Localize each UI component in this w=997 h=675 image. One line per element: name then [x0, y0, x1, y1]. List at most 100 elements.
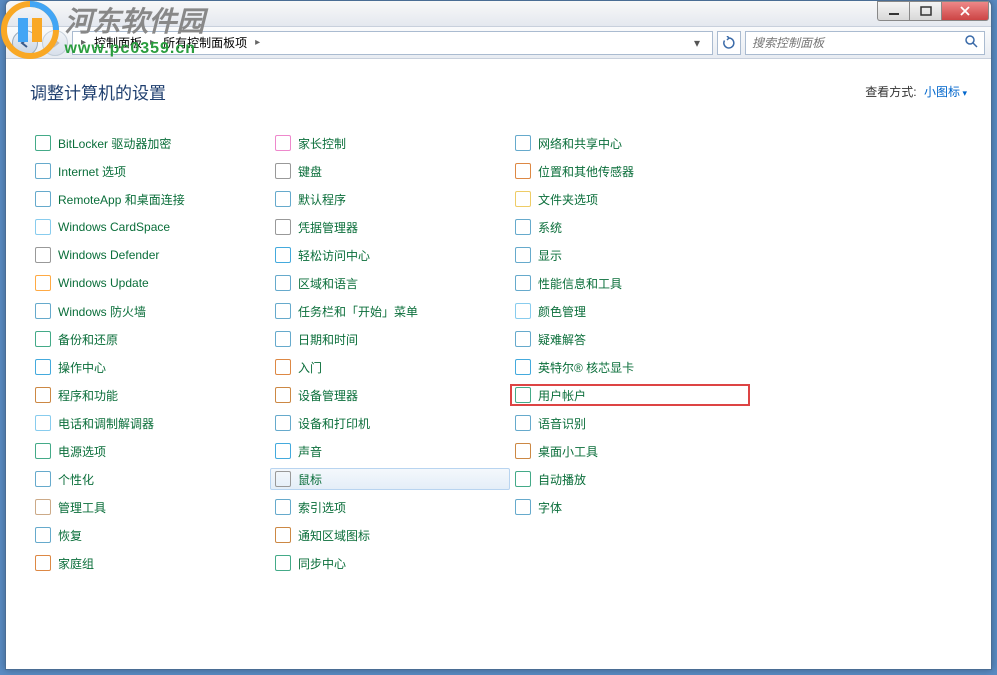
cp-item-label: 日期和时间: [298, 331, 358, 348]
gadgets-icon: [514, 442, 532, 460]
region-icon: [274, 274, 292, 292]
cp-item-parental[interactable]: 家长控制: [270, 132, 510, 154]
page-title: 调整计算机的设置: [30, 79, 166, 104]
cp-item-label: 用户帐户: [538, 387, 586, 404]
cp-item-label: 默认程序: [298, 191, 346, 208]
cp-item-recovery[interactable]: 恢复: [30, 524, 270, 546]
cp-item-devices-printers[interactable]: 设备和打印机: [270, 412, 510, 434]
cp-item-label: 索引选项: [298, 499, 346, 516]
cp-item-network[interactable]: 网络和共享中心: [510, 132, 750, 154]
cp-item-backup[interactable]: 备份和还原: [30, 328, 270, 350]
cp-item-label: 系统: [538, 219, 562, 236]
system-icon: [514, 218, 532, 236]
update-icon: [34, 274, 52, 292]
content-area: 调整计算机的设置 查看方式: 小图标 BitLocker 驱动器加密 家长控制 网络…: [6, 59, 991, 669]
cp-item-label: 程序和功能: [58, 387, 118, 404]
cp-item-color-mgmt[interactable]: 颜色管理: [510, 300, 750, 322]
cp-item-defender[interactable]: Windows Defender: [30, 244, 270, 266]
cp-item-autoplay[interactable]: 自动播放: [510, 468, 750, 490]
cp-item-datetime[interactable]: 日期和时间: [270, 328, 510, 350]
cp-item-ease-access[interactable]: 轻松访问中心: [270, 244, 510, 266]
breadcrumb-item[interactable]: 控制面板: [90, 34, 146, 51]
cp-item-sound[interactable]: 声音: [270, 440, 510, 462]
maximize-button[interactable]: [909, 1, 941, 21]
cp-item-notification[interactable]: 通知区域图标: [270, 524, 510, 546]
back-button[interactable]: [12, 30, 38, 56]
cp-item-gadgets[interactable]: 桌面小工具: [510, 440, 750, 462]
cp-item-remoteapp[interactable]: RemoteApp 和桌面连接: [30, 188, 270, 210]
cp-item-folder-options[interactable]: 文件夹选项: [510, 188, 750, 210]
fonts-icon: [514, 498, 532, 516]
cp-item-label: 显示: [538, 247, 562, 264]
cp-item-personalize[interactable]: 个性化: [30, 468, 270, 490]
getting-started-icon: [274, 358, 292, 376]
cp-item-label: Windows 防火墙: [58, 303, 146, 320]
cp-item-cardspace[interactable]: Windows CardSpace: [30, 216, 270, 238]
cp-item-label: 通知区域图标: [298, 527, 370, 544]
cp-item-label: 操作中心: [58, 359, 106, 376]
close-button[interactable]: [941, 1, 989, 21]
personalize-icon: [34, 470, 52, 488]
breadcrumb[interactable]: ▸ 控制面板 ▸ 所有控制面板项 ▸ ▾: [72, 31, 713, 55]
search-input[interactable]: [752, 36, 965, 50]
cp-item-region[interactable]: 区域和语言: [270, 272, 510, 294]
view-by-dropdown[interactable]: 小图标: [924, 85, 967, 99]
cp-item-credentials[interactable]: 凭据管理器: [270, 216, 510, 238]
breadcrumb-item[interactable]: 所有控制面板项: [159, 34, 251, 51]
cp-item-getting-started[interactable]: 入门: [270, 356, 510, 378]
cp-item-fonts[interactable]: 字体: [510, 496, 750, 518]
cp-item-troubleshoot[interactable]: 疑难解答: [510, 328, 750, 350]
cp-item-admin-tools[interactable]: 管理工具: [30, 496, 270, 518]
minimize-button[interactable]: [877, 1, 909, 21]
remoteapp-icon: [34, 190, 52, 208]
cp-item-taskbar[interactable]: 任务栏和「开始」菜单: [270, 300, 510, 322]
sync-icon: [274, 554, 292, 572]
view-by-label: 查看方式:: [865, 85, 916, 99]
refresh-button[interactable]: [717, 31, 741, 55]
cp-item-homegroup[interactable]: 家庭组: [30, 552, 270, 574]
cp-item-label: 疑难解答: [538, 331, 586, 348]
cp-item-mouse[interactable]: 鼠标: [270, 468, 510, 490]
cp-item-label: 网络和共享中心: [538, 135, 622, 152]
cp-item-system[interactable]: 系统: [510, 216, 750, 238]
cp-item-location[interactable]: 位置和其他传感器: [510, 160, 750, 182]
recovery-icon: [34, 526, 52, 544]
cp-item-display[interactable]: 显示: [510, 244, 750, 266]
cp-item-label: 入门: [298, 359, 322, 376]
cp-item-user-accounts[interactable]: 用户帐户: [510, 384, 750, 406]
search-icon[interactable]: [965, 35, 978, 51]
cp-item-keyboard[interactable]: 键盘: [270, 160, 510, 182]
cp-item-label: 备份和还原: [58, 331, 118, 348]
forward-button[interactable]: [42, 30, 68, 56]
action-center-icon: [34, 358, 52, 376]
cp-item-indexing[interactable]: 索引选项: [270, 496, 510, 518]
credentials-icon: [274, 218, 292, 236]
search-box[interactable]: [745, 31, 985, 55]
cp-item-phone[interactable]: 电话和调制解调器: [30, 412, 270, 434]
cp-item-label: 区域和语言: [298, 275, 358, 292]
cp-item-firewall[interactable]: Windows 防火墙: [30, 300, 270, 322]
network-icon: [514, 134, 532, 152]
cp-item-label: 颜色管理: [538, 303, 586, 320]
window-titlebar[interactable]: [6, 1, 991, 27]
cp-item-label: 电话和调制解调器: [58, 415, 154, 432]
cp-item-device-manager[interactable]: 设备管理器: [270, 384, 510, 406]
cp-item-label: Windows CardSpace: [58, 220, 170, 234]
cp-item-update[interactable]: Windows Update: [30, 272, 270, 294]
control-panel-items-grid: BitLocker 驱动器加密 家长控制 网络和共享中心 Internet 选项键盘位…: [30, 132, 967, 574]
cp-item-label: Windows Update: [58, 276, 149, 290]
cp-item-label: 字体: [538, 499, 562, 516]
breadcrumb-dropdown-icon[interactable]: ▾: [688, 36, 706, 50]
cp-item-action-center[interactable]: 操作中心: [30, 356, 270, 378]
cp-item-performance[interactable]: 性能信息和工具: [510, 272, 750, 294]
cp-item-programs[interactable]: 程序和功能: [30, 384, 270, 406]
cp-item-bitlocker[interactable]: BitLocker 驱动器加密: [30, 132, 270, 154]
cp-item-label: BitLocker 驱动器加密: [58, 135, 171, 152]
cp-item-internet[interactable]: Internet 选项: [30, 160, 270, 182]
cp-item-intel-gpu[interactable]: 英特尔® 核芯显卡: [510, 356, 750, 378]
cp-item-speech[interactable]: 语音识别: [510, 412, 750, 434]
cp-item-default-programs[interactable]: 默认程序: [270, 188, 510, 210]
cp-item-label: 声音: [298, 443, 322, 460]
cp-item-power[interactable]: 电源选项: [30, 440, 270, 462]
cp-item-sync[interactable]: 同步中心: [270, 552, 510, 574]
